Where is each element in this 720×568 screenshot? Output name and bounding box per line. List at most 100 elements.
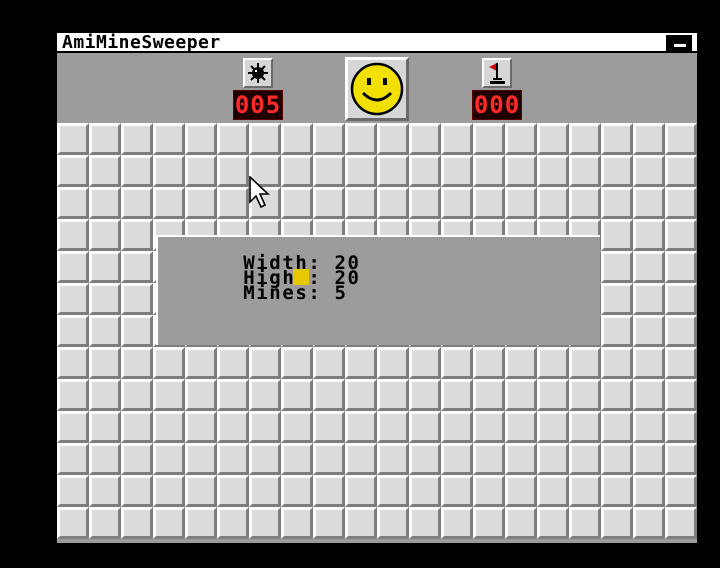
mine-cell[interactable] [409,475,441,507]
mine-cell[interactable] [249,443,281,475]
mine-cell[interactable] [281,187,313,219]
mine-cell[interactable] [537,507,569,539]
mine-cell[interactable] [217,123,249,155]
mine-cell[interactable] [409,379,441,411]
mine-cell[interactable] [89,155,121,187]
mine-cell[interactable] [441,475,473,507]
mine-cell[interactable] [665,251,697,283]
mine-cell[interactable] [665,379,697,411]
mine-cell[interactable] [633,507,665,539]
mine-cell[interactable] [345,507,377,539]
title-bar[interactable]: AmiMineSweeper [57,32,697,53]
mine-cell[interactable] [121,251,153,283]
mine-cell[interactable] [281,379,313,411]
mine-cell[interactable] [569,507,601,539]
mine-cell[interactable] [601,187,633,219]
mine-cell[interactable] [89,379,121,411]
mine-cell[interactable] [185,379,217,411]
mine-cell[interactable] [121,475,153,507]
mine-cell[interactable] [665,443,697,475]
mine-cell[interactable] [537,443,569,475]
mine-cell[interactable] [217,443,249,475]
mine-cell[interactable] [601,411,633,443]
mine-cell[interactable] [537,347,569,379]
mine-cell[interactable] [121,443,153,475]
mine-cell[interactable] [377,379,409,411]
mine-cell[interactable] [473,155,505,187]
mine-cell[interactable] [57,251,89,283]
mine-cell[interactable] [569,411,601,443]
mine-cell[interactable] [249,379,281,411]
mine-cell[interactable] [89,507,121,539]
height-row[interactable]: Hight: 20 [165,254,361,288]
mine-cell[interactable] [121,507,153,539]
mine-cell[interactable] [89,123,121,155]
mine-cell[interactable] [409,507,441,539]
mine-cell[interactable] [473,379,505,411]
mine-cell[interactable] [57,507,89,539]
mine-cell[interactable] [473,411,505,443]
mine-cell[interactable] [57,475,89,507]
mine-cell[interactable] [441,187,473,219]
mine-cell[interactable] [633,443,665,475]
mine-cell[interactable] [569,187,601,219]
mine-cell[interactable] [185,187,217,219]
mine-cell[interactable] [665,507,697,539]
mine-cell[interactable] [473,347,505,379]
mine-cell[interactable] [345,347,377,379]
mine-cell[interactable] [601,123,633,155]
mines-row[interactable]: Mines: 5 [165,269,348,303]
mine-cell[interactable] [665,187,697,219]
mine-cell[interactable] [57,347,89,379]
mine-cell[interactable] [345,411,377,443]
mine-cell[interactable] [441,379,473,411]
mine-cell[interactable] [57,379,89,411]
mine-cell[interactable] [89,347,121,379]
mine-cell[interactable] [185,123,217,155]
mine-cell[interactable] [121,219,153,251]
mine-cell[interactable] [377,187,409,219]
mine-cell[interactable] [153,379,185,411]
mine-cell[interactable] [217,411,249,443]
mine-cell[interactable] [57,219,89,251]
mine-cell[interactable] [569,123,601,155]
mine-cell[interactable] [89,475,121,507]
mine-cell[interactable] [537,123,569,155]
mine-cell[interactable] [441,411,473,443]
new-game-smiley-button[interactable] [345,57,409,121]
mine-cell[interactable] [633,475,665,507]
mine-cell[interactable] [313,123,345,155]
mine-cell[interactable] [665,283,697,315]
mine-cell[interactable] [217,507,249,539]
mine-cell[interactable] [569,443,601,475]
mine-cell[interactable] [665,123,697,155]
mine-cell[interactable] [57,443,89,475]
mine-cell[interactable] [249,411,281,443]
mine-cell[interactable] [89,315,121,347]
mine-cell[interactable] [185,411,217,443]
mine-cell[interactable] [441,347,473,379]
mine-cell[interactable] [665,315,697,347]
mine-cell[interactable] [281,347,313,379]
mine-cell[interactable] [57,187,89,219]
mine-cell[interactable] [121,155,153,187]
mine-cell[interactable] [633,251,665,283]
mine-cell[interactable] [441,123,473,155]
mine-cell[interactable] [217,187,249,219]
mine-cell[interactable] [377,123,409,155]
width-row[interactable]: Width: 20 [165,239,361,273]
mine-cell[interactable] [505,123,537,155]
mine-cell[interactable] [569,347,601,379]
mine-cell[interactable] [537,411,569,443]
mine-cell[interactable] [121,283,153,315]
mine-cell[interactable] [153,347,185,379]
mine-cell[interactable] [665,475,697,507]
mine-cell[interactable] [601,283,633,315]
mine-cell[interactable] [665,411,697,443]
mine-cell[interactable] [633,283,665,315]
mine-cell[interactable] [281,411,313,443]
mine-cell[interactable] [377,507,409,539]
mine-cell[interactable] [441,443,473,475]
mine-cell[interactable] [505,347,537,379]
depth-gadget-button[interactable] [666,35,692,51]
